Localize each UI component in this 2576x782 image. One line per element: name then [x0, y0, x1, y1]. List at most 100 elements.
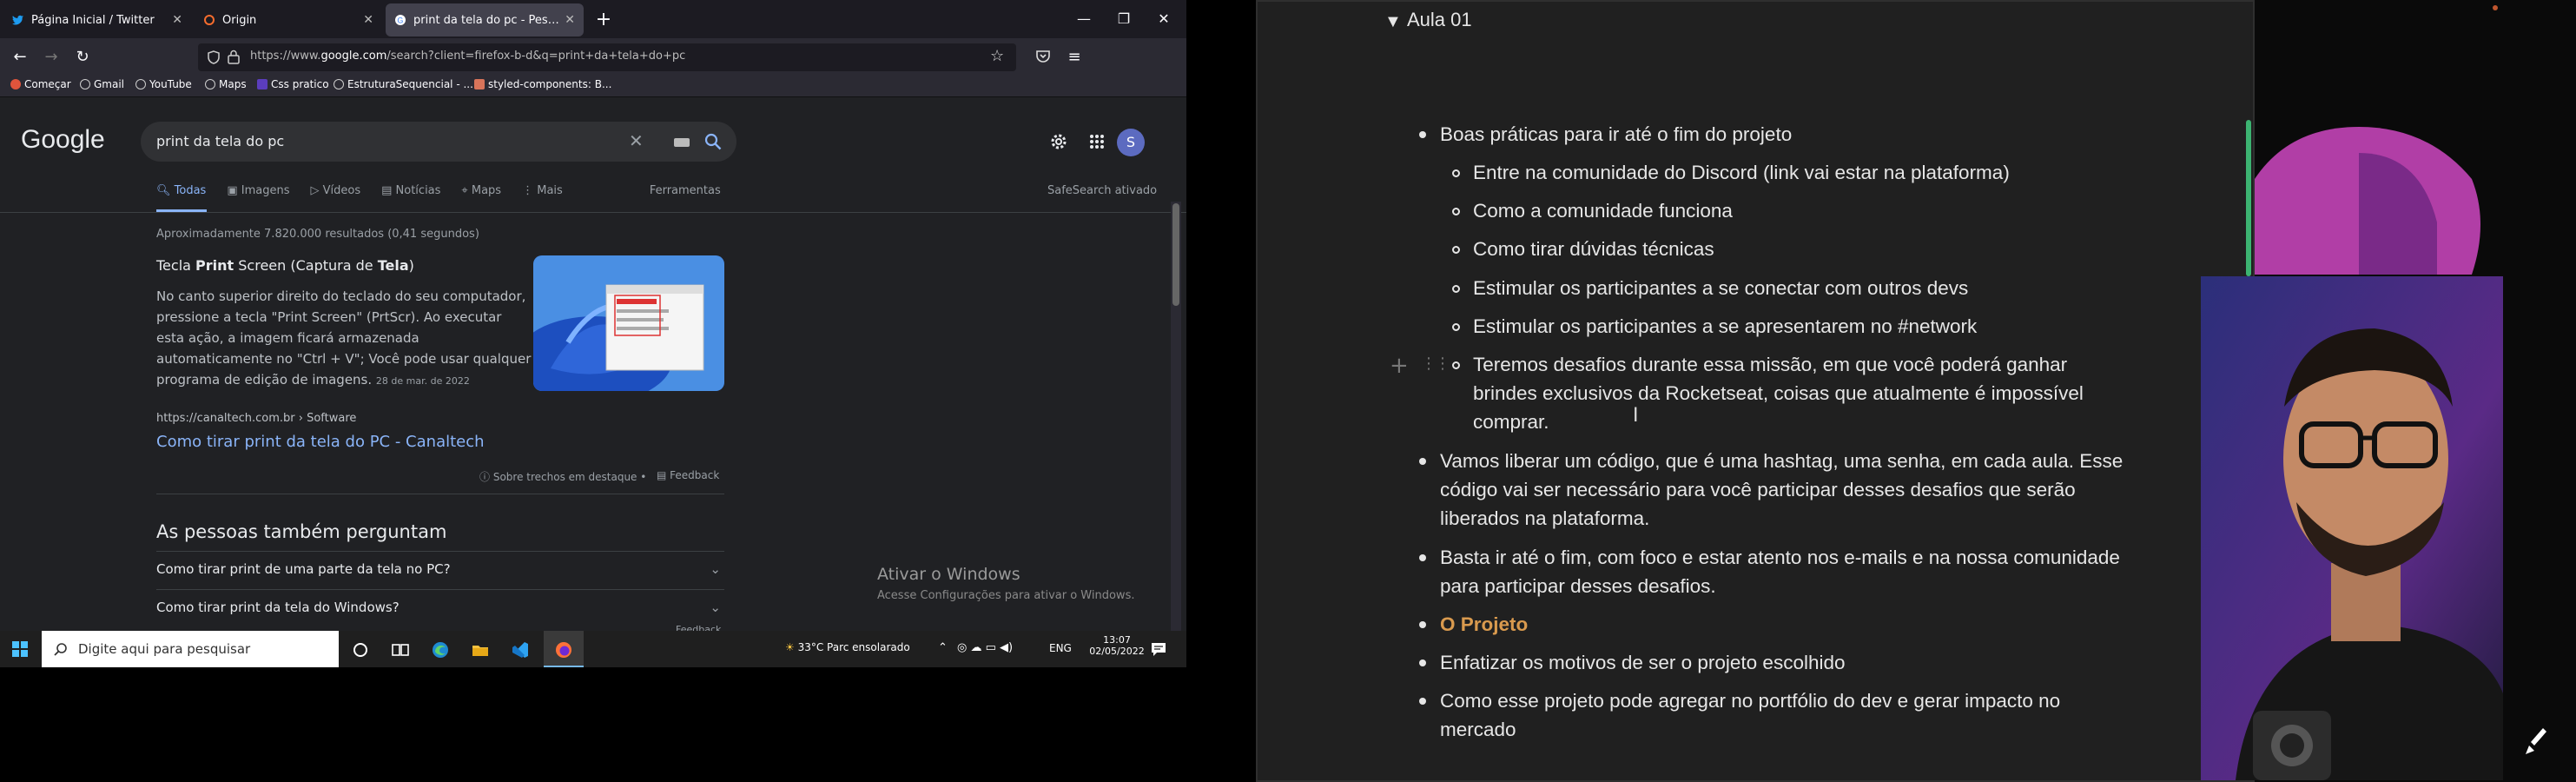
bookmark-label: Gmail [94, 78, 125, 90]
meet-icon: ◎ [957, 641, 971, 654]
taskbar-search-input[interactable]: Digite aqui para pesquisar [78, 641, 250, 657]
tab-todas[interactable]: 🔍︎ Todas [156, 184, 206, 197]
paa-question[interactable]: Como tirar print da tela do Windows? ⌄ [156, 600, 724, 615]
bookmark-maps[interactable]: Maps [205, 78, 247, 90]
scrollbar-thumb[interactable] [1172, 203, 1179, 306]
tab-mais[interactable]: ⋮ Mais [522, 184, 563, 197]
file-explorer-icon[interactable] [471, 640, 490, 659]
bookmark-comecar[interactable]: Começar [10, 78, 71, 90]
bookmark-star-icon[interactable]: ☆ [990, 47, 1004, 65]
firefox-icon [556, 642, 571, 658]
safesearch-status[interactable]: SafeSearch ativado [1047, 184, 1157, 197]
search-icon[interactable] [703, 132, 723, 151]
toggle-title[interactable]: Aula 01 [1407, 5, 1472, 34]
tray-chevron-icon[interactable]: ⌃ [938, 641, 948, 654]
bookmark-gmail[interactable]: Gmail [80, 78, 124, 90]
pocket-icon[interactable] [1035, 50, 1051, 63]
snippet-thumbnail-image[interactable] [533, 255, 724, 391]
sub-bullet-item-line[interactable]: brindes exclusivos da Rocketseat, coisas… [1473, 379, 2084, 408]
search-box[interactable]: print da tela do pc ✕ [141, 122, 736, 162]
url-domain: google.com [320, 50, 387, 63]
settings-gear-icon[interactable] [1049, 132, 1068, 151]
bullet-item-line[interactable]: mercado [1440, 715, 1516, 744]
new-tab-button[interactable]: + [591, 7, 617, 33]
windows-start-icon[interactable] [12, 641, 28, 657]
sub-bullet-item-line[interactable]: Teremos desafios durante essa missão, em… [1473, 350, 2067, 379]
paa-question[interactable]: Como tirar print de uma parte da tela no… [156, 561, 724, 577]
weather-widget[interactable]: ☀ 33°C Parc ensolarado [785, 641, 910, 653]
close-icon[interactable]: ✕ [363, 13, 373, 27]
cortana-icon[interactable] [351, 640, 370, 659]
bullet-item[interactable]: Boas práticas para ir até o fim do proje… [1440, 120, 1792, 149]
sub-bullet-item[interactable]: Como tirar dúvidas técnicas [1473, 235, 1714, 263]
language-indicator[interactable]: ENG [1049, 642, 1072, 654]
clear-search-icon[interactable]: ✕ [629, 130, 644, 151]
bookmark-youtube[interactable]: YouTube [135, 78, 192, 90]
about-snippets-link[interactable]: ⓘ Sobre trechos em destaque • [479, 469, 646, 484]
feedback-link[interactable]: ▤ Feedback [657, 469, 719, 481]
taskbar-search-box[interactable]: Digite aqui para pesquisar [42, 631, 339, 667]
bullet-item-line[interactable]: Como esse projeto pode agregar no portfó… [1440, 686, 2060, 715]
tray-icons[interactable]: ◎ ☁ ▭ ◀︎) [957, 641, 1013, 654]
bullet-item-line[interactable]: Vamos liberar um código, que é uma hasht… [1440, 447, 2123, 475]
reload-button[interactable]: ↻ [71, 46, 94, 69]
rocket-logo-icon [2526, 728, 2546, 754]
scrollbar-thumb[interactable] [2246, 120, 2251, 276]
tools-button[interactable]: Ferramentas [650, 184, 721, 197]
sub-bullet-item[interactable]: Estimular os participantes a se conectar… [1473, 274, 1968, 302]
tab-google-search[interactable]: G print da tela do pc - Pesquisa G ✕ [386, 3, 584, 36]
avatar[interactable]: S [1117, 129, 1145, 156]
window-close-button[interactable]: ✕ [1148, 7, 1179, 31]
tab-label: Página Inicial / Twitter [31, 13, 155, 27]
edge-icon[interactable] [431, 640, 450, 659]
bullet-item-line[interactable]: liberados na plataforma. [1440, 504, 1649, 533]
add-block-plus-icon[interactable]: + [1390, 353, 1409, 379]
menu-hamburger-icon[interactable]: ≡ [1063, 46, 1086, 69]
bullet-item-line[interactable]: para participar desses desafios. [1440, 572, 1716, 600]
close-icon[interactable]: ✕ [172, 13, 182, 27]
toggle-arrow-icon[interactable]: ▼ [1384, 12, 1402, 32]
tab-maps[interactable]: ⌖ Maps [461, 184, 501, 197]
tab-origin[interactable]: Origin ✕ [195, 3, 382, 36]
back-button[interactable]: ← [9, 46, 31, 69]
taskbar-firefox-active[interactable] [544, 631, 584, 667]
tab-twitter[interactable]: Página Inicial / Twitter ✕ [3, 3, 191, 36]
bookmark-styled-components[interactable]: styled-components: B... [474, 78, 611, 90]
tab-videos[interactable]: ▷ Vídeos [310, 184, 360, 197]
sub-bullet-item[interactable]: Entre na comunidade do Discord (link vai… [1473, 158, 2010, 187]
close-icon[interactable]: ✕ [565, 13, 575, 27]
clock[interactable]: 13:07 02/05/2022 [1089, 634, 1145, 657]
bullet-item-line[interactable]: Basta ir até o fim, com foco e estar ate… [1440, 543, 2120, 572]
paa-question-text: Como tirar print da tela do Windows? [156, 600, 400, 615]
google-results-page: Google print da tela do pc ✕ S 🔍︎ Todas … [0, 97, 1186, 631]
bullet-dot [1419, 554, 1426, 561]
url-bar[interactable]: https://www.google.com/search?client=fir… [198, 43, 1016, 71]
apps-grid-icon[interactable] [1089, 134, 1105, 149]
bullet-item[interactable]: Enfatizar os motivos de ser o projeto es… [1440, 648, 1846, 677]
restore-button[interactable]: ❐ [1108, 7, 1139, 31]
notification-icon[interactable] [1150, 641, 1167, 657]
forward-button[interactable]: → [40, 46, 63, 69]
search-input[interactable]: print da tela do pc [156, 133, 284, 149]
tab-imagens[interactable]: ▣ Imagens [227, 184, 289, 197]
bookmark-css-pratico[interactable]: Css pratico [257, 78, 329, 90]
bullet-item-line[interactable]: código vai ser necessário para você part… [1440, 475, 2076, 504]
sub-bullet-circle [1452, 285, 1460, 293]
drag-handle-icon[interactable]: ⋮⋮ [1421, 355, 1450, 373]
result-link[interactable]: Como tirar print da tela do PC - Canalte… [156, 433, 485, 451]
sub-bullet-item[interactable]: Como a comunidade funciona [1473, 196, 1733, 225]
bookmarks-bar: Começar Gmail YouTube Maps Css pratico E… [0, 75, 1186, 97]
vscode-icon[interactable] [511, 640, 530, 659]
people-also-ask-title: As pessoas também perguntam [156, 521, 447, 542]
bullet-item-highlight[interactable]: O Projeto [1440, 610, 1528, 639]
task-view-icon[interactable] [391, 640, 410, 659]
keyboard-icon[interactable] [674, 138, 690, 147]
bookmark-estrutura[interactable]: EstruturaSequencial - ... [334, 78, 473, 90]
tab-noticias[interactable]: ▤ Notícias [381, 184, 440, 197]
paa-feedback[interactable]: Feedback [676, 624, 721, 631]
sub-bullet-item-line[interactable]: comprar. [1473, 408, 1549, 436]
lock-icon [228, 50, 240, 64]
sub-bullet-item[interactable]: Estimular os participantes a se apresent… [1473, 312, 1977, 341]
google-logo[interactable]: Google [21, 125, 105, 155]
minimize-button[interactable]: — [1068, 7, 1100, 31]
